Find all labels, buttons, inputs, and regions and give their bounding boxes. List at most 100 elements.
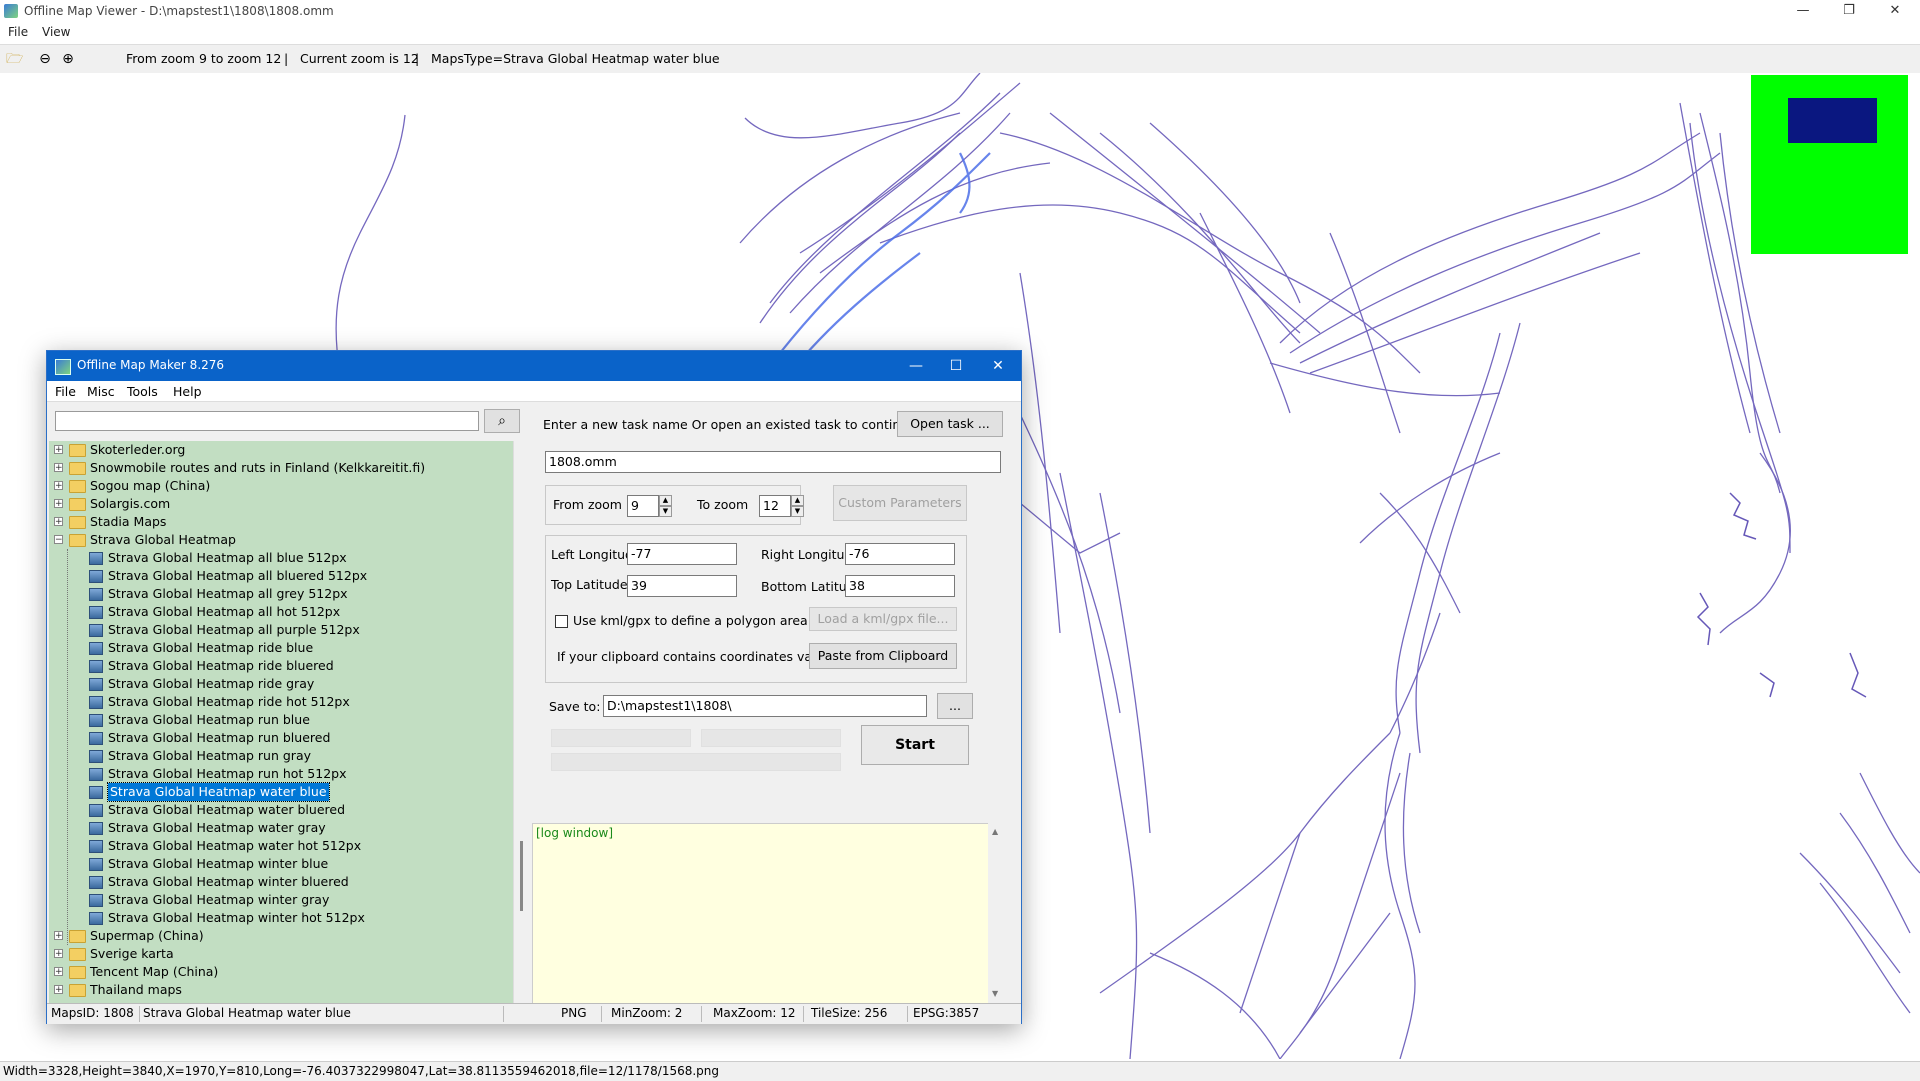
overview-viewport-rect[interactable] <box>1788 98 1877 143</box>
tree-item-map[interactable]: Strava Global Heatmap all blue 512px <box>49 549 509 567</box>
tree-item-map[interactable]: Strava Global Heatmap all hot 512px <box>49 603 509 621</box>
from-zoom-input[interactable]: 9 <box>627 495 659 517</box>
save-path-field[interactable]: D:\mapstest1\1808\ <box>603 695 927 717</box>
maximize-button[interactable]: ❐ <box>1826 0 1872 22</box>
expand-icon[interactable]: + <box>54 949 63 959</box>
paste-clipboard-button[interactable]: Paste from Clipboard <box>809 643 957 669</box>
tree-item-label: Tencent Map (China) <box>90 964 219 979</box>
collapse-icon[interactable]: − <box>54 535 63 545</box>
zoom-in-icon[interactable]: ⊕ <box>60 51 76 67</box>
tree-item-map[interactable]: Strava Global Heatmap run bluered <box>49 729 509 747</box>
tree-item-label: Strava Global Heatmap run gray <box>108 748 311 763</box>
tree-item-label: Strava Global Heatmap all blue 512px <box>108 550 347 565</box>
expand-icon[interactable]: + <box>54 967 63 977</box>
expand-icon[interactable]: + <box>54 985 63 995</box>
expand-icon[interactable]: + <box>54 931 63 941</box>
tree-item-label: Strava Global Heatmap ride gray <box>108 676 315 691</box>
tree-item-map[interactable]: Strava Global Heatmap run gray <box>49 747 509 765</box>
tree-item-map[interactable]: Strava Global Heatmap ride blue <box>49 639 509 657</box>
scroll-up-icon[interactable]: ▲ <box>992 827 998 836</box>
map-image-icon <box>89 894 103 907</box>
open-task-button[interactable]: Open task ... <box>897 411 1003 437</box>
expand-icon[interactable]: + <box>54 499 63 509</box>
to-zoom-input[interactable]: 12 <box>759 495 791 517</box>
browse-folder-button[interactable]: ... <box>937 693 973 719</box>
tree-folder[interactable]: + Tencent Map (China) <box>49 963 509 981</box>
dialog-menu-help[interactable]: Help <box>173 384 202 399</box>
load-kml-button[interactable]: Load a kml/gpx file... <box>809 607 957 631</box>
tree-folder[interactable]: + Snowmobile routes and ruts in Finland (… <box>49 459 509 477</box>
expand-icon[interactable]: + <box>54 445 63 455</box>
tree-item-map[interactable]: Strava Global Heatmap run blue <box>49 711 509 729</box>
close-button[interactable]: ✕ <box>1872 0 1918 22</box>
dialog-menu-tools[interactable]: Tools <box>127 384 158 399</box>
minimize-button[interactable]: — <box>1780 0 1826 22</box>
tree-item-map[interactable]: Strava Global Heatmap water blue <box>49 782 509 802</box>
log-scrollbar[interactable]: ▲ ▼ <box>988 823 1005 1003</box>
tree-folder[interactable]: + Skoterleder.org <box>49 441 509 459</box>
tree-folder[interactable]: + Sverige karta <box>49 945 509 963</box>
from-zoom-down-icon[interactable]: ▼ <box>659 506 672 517</box>
tree-item-map[interactable]: Strava Global Heatmap winter gray <box>49 891 509 909</box>
expand-icon[interactable]: + <box>54 463 63 473</box>
tree-item-map[interactable]: Strava Global Heatmap water bluered <box>49 801 509 819</box>
tree-item-map[interactable]: Strava Global Heatmap all grey 512px <box>49 585 509 603</box>
dialog-maximize-button[interactable]: ☐ <box>939 355 973 377</box>
tree-item-map[interactable]: Strava Global Heatmap winter bluered <box>49 873 509 891</box>
expand-icon[interactable]: + <box>54 481 63 491</box>
map-image-icon <box>89 822 103 835</box>
top-latitude-input[interactable]: 39 <box>627 575 737 597</box>
tree-folder[interactable]: + Stadia Maps <box>49 513 509 531</box>
to-zoom-down-icon[interactable]: ▼ <box>791 506 804 517</box>
tree-item-map[interactable]: Strava Global Heatmap water hot 512px <box>49 837 509 855</box>
start-button[interactable]: Start <box>861 725 969 765</box>
tree-item-label: Strava Global Heatmap winter blue <box>108 856 329 871</box>
scroll-down-icon[interactable]: ▼ <box>992 989 998 998</box>
tree-item-label: Solargis.com <box>90 496 171 511</box>
right-longitude-input[interactable]: -76 <box>845 543 955 565</box>
dialog-menu-misc[interactable]: Misc <box>87 384 115 399</box>
tree-item-map[interactable]: Strava Global Heatmap ride bluered <box>49 657 509 675</box>
zoom-out-icon[interactable]: ⊖ <box>37 51 53 67</box>
tree-item-label: Strava Global Heatmap water hot 512px <box>108 838 362 853</box>
tree-folder[interactable]: − Strava Global Heatmap <box>49 531 509 549</box>
tree-item-map[interactable]: Strava Global Heatmap run hot 512px <box>49 765 509 783</box>
tree-item-map[interactable]: Strava Global Heatmap winter blue <box>49 855 509 873</box>
tree-item-map[interactable]: Strava Global Heatmap water gray <box>49 819 509 837</box>
tree-scrollbar[interactable] <box>513 441 531 1003</box>
overview-minimap[interactable] <box>1751 75 1908 254</box>
dialog-close-button[interactable]: ✕ <box>981 355 1015 377</box>
dialog-minimize-button[interactable]: — <box>899 355 933 377</box>
bottom-latitude-input[interactable]: 38 <box>845 575 955 597</box>
tree-folder[interactable]: + Supermap (China) <box>49 927 509 945</box>
tree-item-label: Stadia Maps <box>90 514 167 529</box>
folder-icon <box>69 984 86 997</box>
dialog-menu-file[interactable]: File <box>55 384 76 399</box>
tree-folder[interactable]: + Sogou map (China) <box>49 477 509 495</box>
open-folder-icon[interactable]: 🗁 <box>6 51 23 67</box>
map-source-tree[interactable]: + Skoterleder.org + Snowmobile routes and r… <box>49 441 513 1003</box>
task-name-field[interactable]: 1808.omm <box>545 451 1001 473</box>
menu-view[interactable]: View <box>42 25 70 39</box>
tree-item-map[interactable]: Strava Global Heatmap ride gray <box>49 675 509 693</box>
from-zoom-up-icon[interactable]: ▲ <box>659 495 672 506</box>
menu-file[interactable]: File <box>8 25 28 39</box>
tree-folder[interactable]: + Thailand maps <box>49 981 509 999</box>
status-map-name: Strava Global Heatmap water blue <box>141 1006 504 1022</box>
left-longitude-input[interactable]: -77 <box>627 543 737 565</box>
map-search-input[interactable] <box>55 411 479 431</box>
tree-scroll-thumb[interactable] <box>520 841 523 911</box>
tree-folder[interactable]: + Solargis.com <box>49 495 509 513</box>
tree-item-label: Strava Global Heatmap run hot 512px <box>108 766 347 781</box>
to-zoom-up-icon[interactable]: ▲ <box>791 495 804 506</box>
search-button[interactable]: ⌕ <box>484 409 520 433</box>
tree-item-label: Sogou map (China) <box>90 478 211 493</box>
tree-item-map[interactable]: Strava Global Heatmap ride hot 512px <box>49 693 509 711</box>
tree-item-map[interactable]: Strava Global Heatmap winter hot 512px <box>49 909 509 927</box>
tree-item-map[interactable]: Strava Global Heatmap all purple 512px <box>49 621 509 639</box>
use-kml-checkbox[interactable] <box>555 615 568 628</box>
custom-parameters-button[interactable]: Custom Parameters <box>833 485 967 521</box>
tree-item-map[interactable]: Strava Global Heatmap all bluered 512px <box>49 567 509 585</box>
expand-icon[interactable]: + <box>54 517 63 527</box>
log-window[interactable]: [log window] <box>532 823 990 1005</box>
